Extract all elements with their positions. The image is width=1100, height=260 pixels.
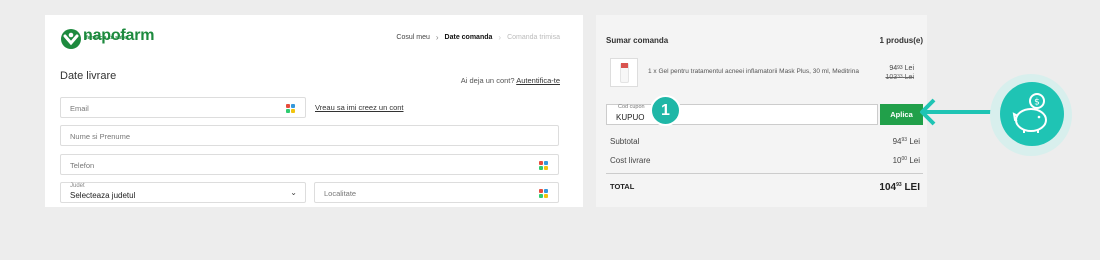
breadcrumb-order-data: Date comanda [444, 34, 493, 41]
price-decimals: 93 [897, 65, 903, 71]
chevron-down-icon: ⌄ [290, 188, 297, 197]
name-field[interactable]: Nume si Prenume [60, 125, 559, 146]
product-image[interactable] [610, 58, 638, 87]
old-price-decimals: 33 [897, 74, 903, 80]
summary-title: Sumar comanda [606, 36, 669, 45]
phone-field[interactable]: Telefon [60, 154, 559, 175]
email-placeholder: Email [70, 104, 89, 113]
coupon-input[interactable]: Cod cupon KUPUO [606, 104, 878, 125]
autofill-icon [539, 189, 548, 198]
divider [606, 173, 923, 174]
step-badge: 1 [650, 95, 681, 126]
county-select[interactable]: Judet Selecteaza judetul ⌄ [60, 182, 306, 203]
svg-text:$: $ [1034, 98, 1040, 108]
coupon-value: KUPUO [616, 113, 645, 122]
shipping-row: Cost livrare 1000 Lei [610, 156, 920, 165]
shipping-label: Cost livrare [610, 156, 651, 165]
brand-tagline: farmacia cu suflet [86, 35, 129, 41]
city-field[interactable]: Localitate [314, 182, 559, 203]
autofill-icon [286, 104, 295, 113]
apply-coupon-button[interactable]: Aplica [880, 104, 923, 125]
subtotal-row: Subtotal 9493 Lei [610, 137, 920, 146]
chevron-right-icon: › [435, 33, 439, 42]
total-row: TOTAL 10493 LEI [610, 182, 920, 193]
breadcrumb-order-sent: Comanda trimisa [507, 34, 560, 41]
login-prompt: Ai deja un cont? [460, 76, 515, 85]
total-label: TOTAL [610, 182, 635, 191]
summary-count: 1 produs(e) [879, 36, 923, 45]
city-placeholder: Localitate [324, 189, 357, 198]
name-placeholder: Nume si Prenume [70, 132, 131, 141]
breadcrumb-cart[interactable]: Cosul meu [396, 34, 429, 41]
delivery-panel: napofarm farmacia cu suflet Cosul meu › … [45, 15, 583, 207]
logo-icon [60, 28, 82, 50]
piggy-bank-icon: $ [1000, 82, 1064, 146]
create-account-link[interactable]: Vreau sa imi creez un cont [315, 103, 404, 112]
old-price-currency: Lei [904, 74, 914, 81]
chevron-right-icon: › [498, 33, 502, 42]
price-main: 94 [889, 65, 898, 72]
subtotal-value: 9493 Lei [892, 137, 920, 146]
total-value: 10493 LEI [879, 182, 920, 193]
breadcrumb: Cosul meu › Date comanda › Comanda trimi… [396, 33, 560, 42]
old-price-main: 103 [885, 74, 898, 81]
login-hint: Ai deja un cont? Autentifica-te [461, 76, 560, 85]
price-currency: Lei [904, 65, 914, 72]
autofill-icon [539, 161, 548, 170]
coupon-label: Cod cupon [618, 104, 645, 110]
login-link[interactable]: Autentifica-te [516, 76, 560, 85]
county-value: Selecteaza judetul [70, 191, 136, 200]
product-name[interactable]: 1 x Gel pentru tratamentul acneei inflam… [648, 68, 859, 75]
county-label: Judet [70, 183, 85, 189]
product-item: 1 x Gel pentru tratamentul acneei inflam… [610, 58, 920, 88]
email-field[interactable]: Email [60, 97, 306, 118]
product-price: 9493 Lei 10333 Lei [885, 64, 914, 82]
section-title: Date livrare [60, 70, 117, 82]
shipping-value: 1000 Lei [892, 156, 920, 165]
order-summary: Sumar comanda 1 produs(e) 1 x Gel pentru… [596, 15, 927, 207]
phone-placeholder: Telefon [70, 161, 95, 170]
subtotal-label: Subtotal [610, 137, 640, 146]
